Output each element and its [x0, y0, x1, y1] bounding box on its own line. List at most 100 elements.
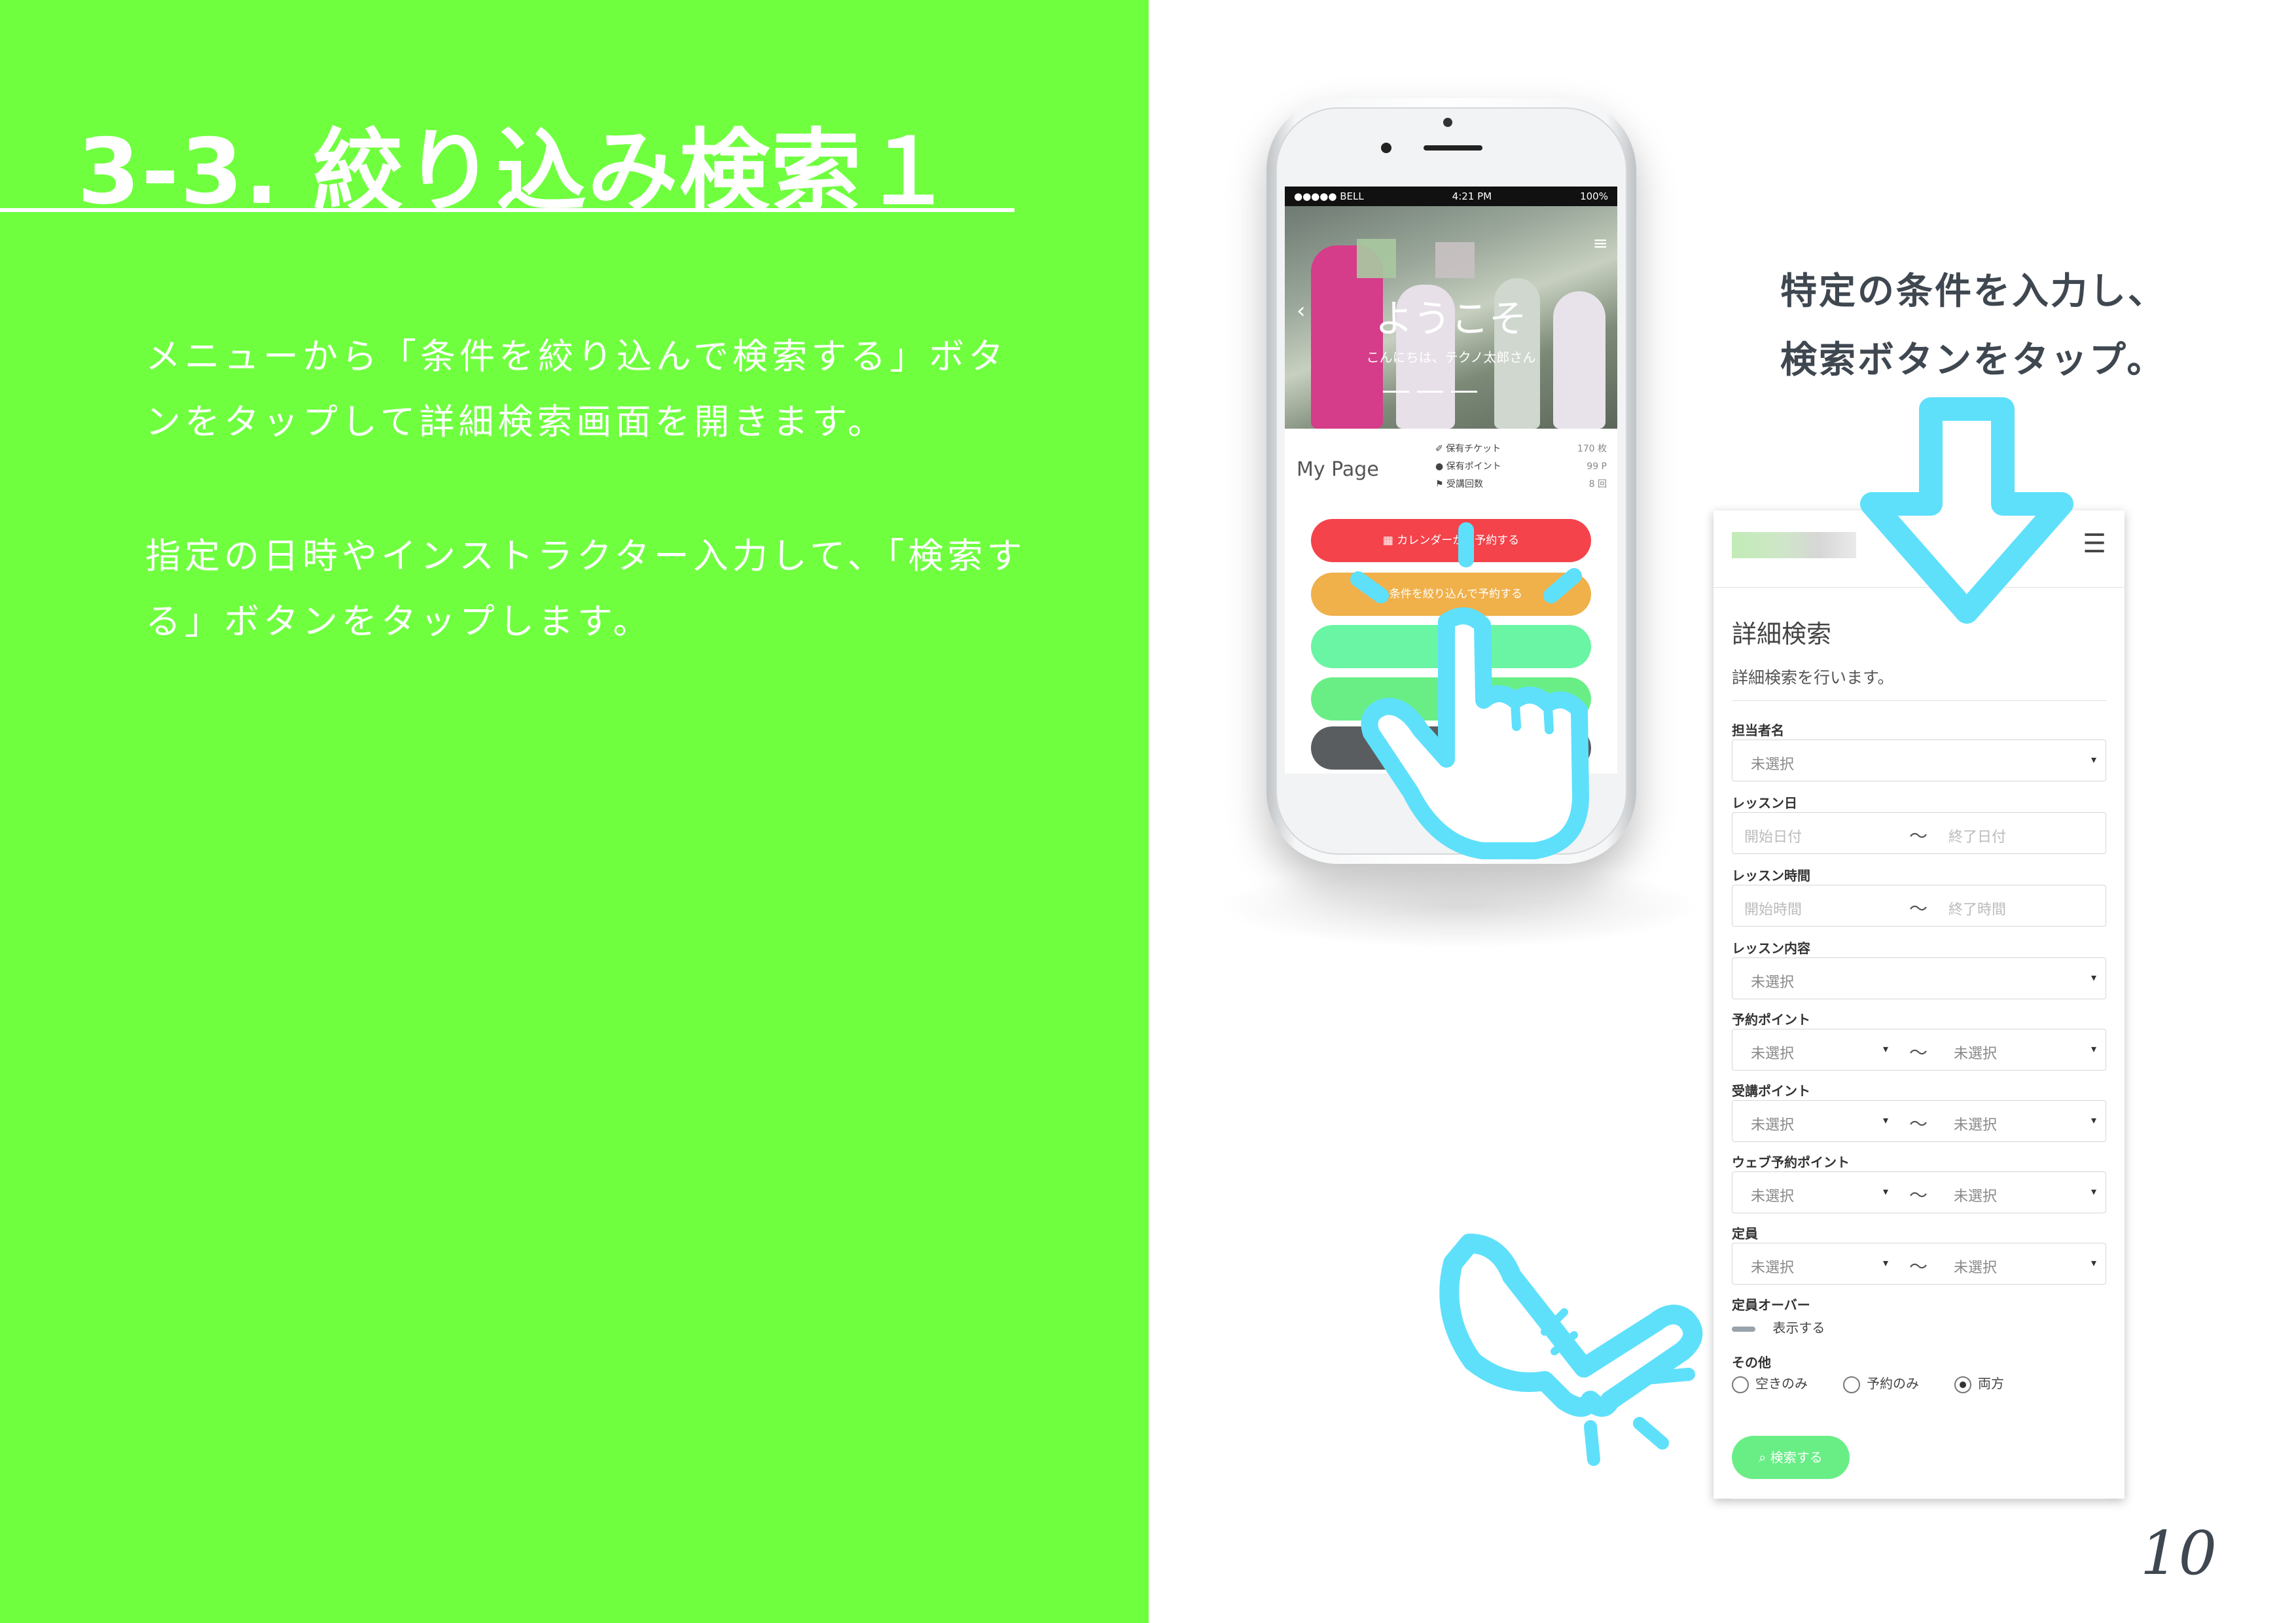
- instruction-paragraph-1: メニューから「条件を絞り込んで検索する」ボタンをタップして詳細検索画面を開きます…: [145, 336, 1008, 442]
- start-time-input[interactable]: 開始時間: [1744, 898, 1802, 919]
- carousel-indicator[interactable]: [1417, 391, 1443, 393]
- caret-down-icon: ▾: [2090, 1043, 2096, 1055]
- welcome-hero: ‹ ≡ ようこそ こんにちは、テクノ太郎さん: [1285, 206, 1617, 429]
- radio-label: 予約のみ: [1867, 1376, 1919, 1391]
- instructor-label: 担当者名: [1732, 722, 1784, 738]
- reserve-points-range: 未選択 ▾ 〜 未選択 ▾: [1732, 1029, 2106, 1071]
- detail-search-panel: ☰ 詳細検索 詳細検索を行います。 担当者名 未選択 ▾ レッスン日 開始日付 …: [1713, 510, 2125, 1499]
- button-label: 検索する: [1770, 1450, 1823, 1465]
- attend-points-range: 未選択 ▾ 〜 未選択 ▾: [1732, 1100, 2106, 1142]
- phone-camera: [1443, 118, 1452, 127]
- form-description: 詳細検索を行います。: [1732, 668, 1894, 687]
- carousel-indicator[interactable]: [1451, 391, 1477, 393]
- range-separator: 〜: [1909, 1113, 1928, 1135]
- instruction-paragraph-2: 指定の日時やインストラクター入力して、「検索する」ボタンをタップします。: [145, 535, 1026, 642]
- caret-down-icon: ▾: [2090, 971, 2096, 984]
- attend-points-label: 受講ポイント: [1732, 1083, 1810, 1099]
- select-value: 未選択: [1751, 974, 1795, 991]
- carousel-indicator[interactable]: [1383, 391, 1409, 393]
- greeting-text: こんにちは、テクノ太郎さん: [1366, 349, 1536, 365]
- radio-label: 空きのみ: [1755, 1376, 1808, 1391]
- lesson-date-range: 開始日付 〜 終了日付: [1732, 812, 2106, 854]
- web-points-label: ウェブ予約ポイント: [1732, 1154, 1850, 1170]
- flag-icon: ⚑: [1435, 479, 1444, 490]
- capacity-range: 未選択 ▾ 〜 未選択 ▾: [1732, 1243, 2106, 1285]
- callout-line-1: 特定の条件を入力し、: [1780, 270, 2166, 313]
- range-separator: 〜: [1909, 1256, 1928, 1277]
- point-hand-icon: [1439, 1234, 1703, 1466]
- lesson-time-label: レッスン時間: [1732, 868, 1810, 883]
- capacity-to-select[interactable]: 未選択: [1954, 1256, 1997, 1277]
- ticket-icon: ✐: [1435, 444, 1443, 454]
- title-underline: [0, 208, 1014, 212]
- radio-button[interactable]: [1843, 1376, 1860, 1393]
- stat-label: 保有チケット: [1446, 444, 1501, 454]
- lesson-date-label: レッスン日: [1732, 795, 1797, 811]
- range-separator: 〜: [1909, 825, 1928, 847]
- stat-label: 受講回数: [1446, 479, 1484, 490]
- caret-down-icon: ▾: [1883, 1185, 1889, 1198]
- web-points-from-select[interactable]: 未選択: [1751, 1185, 1794, 1205]
- range-separator: 〜: [1909, 1185, 1928, 1206]
- end-time-input[interactable]: 終了時間: [1948, 898, 2006, 919]
- caret-down-icon: ▾: [2090, 1257, 2096, 1269]
- caret-down-icon: ▾: [1883, 1114, 1889, 1126]
- radio-both[interactable]: 両方: [1954, 1373, 2004, 1393]
- start-date-input[interactable]: 開始日付: [1744, 825, 1802, 846]
- points-icon: ●: [1435, 461, 1444, 472]
- web-points-to-select[interactable]: 未選択: [1954, 1185, 1997, 1205]
- select-value: 未選択: [1751, 757, 1795, 773]
- callout-line-2: 検索ボタンをタップ。: [1780, 339, 2166, 382]
- attend-points-to-select[interactable]: 未選択: [1954, 1113, 1997, 1134]
- caret-down-icon: ▾: [2090, 1114, 2096, 1126]
- other-label: その他: [1732, 1355, 1771, 1370]
- carrier-label: ●●●●● BELL: [1294, 190, 1364, 202]
- reserve-points-to-select[interactable]: 未選択: [1954, 1042, 1997, 1063]
- blurred-logo: [1732, 532, 1856, 558]
- stat-value: 99 P: [1587, 461, 1607, 472]
- phone-speaker: [1424, 145, 1482, 151]
- stat-row-attendance: ⚑ 受講回数 8 回: [1435, 476, 1607, 493]
- radio-label: 両方: [1978, 1376, 2004, 1391]
- phone-shadow: [1217, 864, 1702, 949]
- over-capacity-checkbox-row[interactable]: 表示する: [1732, 1317, 1825, 1336]
- divider: [1732, 700, 2106, 701]
- attend-points-from-select[interactable]: 未選択: [1751, 1113, 1794, 1134]
- mypage-title: My Page: [1297, 458, 1379, 481]
- caret-down-icon: ▾: [2090, 1185, 2096, 1198]
- lesson-content-select[interactable]: 未選択 ▾: [1732, 957, 2106, 999]
- clock-label: 4:21 PM: [1452, 190, 1492, 202]
- slide-page: 3-3. 絞り込み検索１ メニューから「条件を絞り込んで検索する」ボタンをタップ…: [0, 0, 2296, 1623]
- carousel-indicators: [1383, 391, 1477, 393]
- radio-reserved-only[interactable]: 予約のみ: [1843, 1373, 1919, 1393]
- down-arrow-icon: [1860, 397, 2073, 624]
- caret-down-icon: ▾: [1883, 1257, 1889, 1269]
- stat-row-points: ● 保有ポイント 99 P: [1435, 458, 1607, 476]
- hamburger-menu-icon[interactable]: ☰: [2083, 529, 2106, 559]
- caret-down-icon: ▾: [2090, 753, 2096, 766]
- reserve-points-from-select[interactable]: 未選択: [1751, 1042, 1794, 1063]
- form-title: 詳細検索: [1732, 620, 1832, 649]
- instructor-select[interactable]: 未選択 ▾: [1732, 740, 2106, 781]
- radio-vacant-only[interactable]: 空きのみ: [1732, 1373, 1808, 1393]
- radio-button-selected[interactable]: [1954, 1376, 1971, 1393]
- page-number: 10: [2140, 1518, 2217, 1588]
- search-icon: ⌕: [1759, 1450, 1767, 1465]
- search-button[interactable]: ⌕ 検索する: [1732, 1436, 1850, 1479]
- status-bar: ●●●●● BELL 4:21 PM 100%: [1285, 187, 1617, 206]
- radio-button[interactable]: [1732, 1376, 1749, 1393]
- tap-hand-icon: [1350, 522, 1589, 859]
- range-separator: 〜: [1909, 898, 1928, 919]
- battery-label: 100%: [1580, 190, 1608, 202]
- hamburger-menu-icon[interactable]: ≡: [1593, 232, 1608, 254]
- stat-value: 8 回: [1588, 479, 1607, 490]
- mypage-stats: ✐ 保有チケット 170 枚 ● 保有ポイント 99 P ⚑ 受講回数 8 回: [1435, 440, 1607, 493]
- reserve-points-label: 予約ポイント: [1732, 1012, 1810, 1027]
- range-separator: 〜: [1909, 1042, 1928, 1063]
- toggle-checkbox[interactable]: [1732, 1326, 1755, 1332]
- lesson-content-label: レッスン内容: [1732, 940, 1810, 956]
- face-blur-2: [1435, 242, 1475, 278]
- end-date-input[interactable]: 終了日付: [1948, 825, 2006, 846]
- capacity-from-select[interactable]: 未選択: [1751, 1256, 1794, 1277]
- stat-value: 170 枚: [1577, 444, 1607, 454]
